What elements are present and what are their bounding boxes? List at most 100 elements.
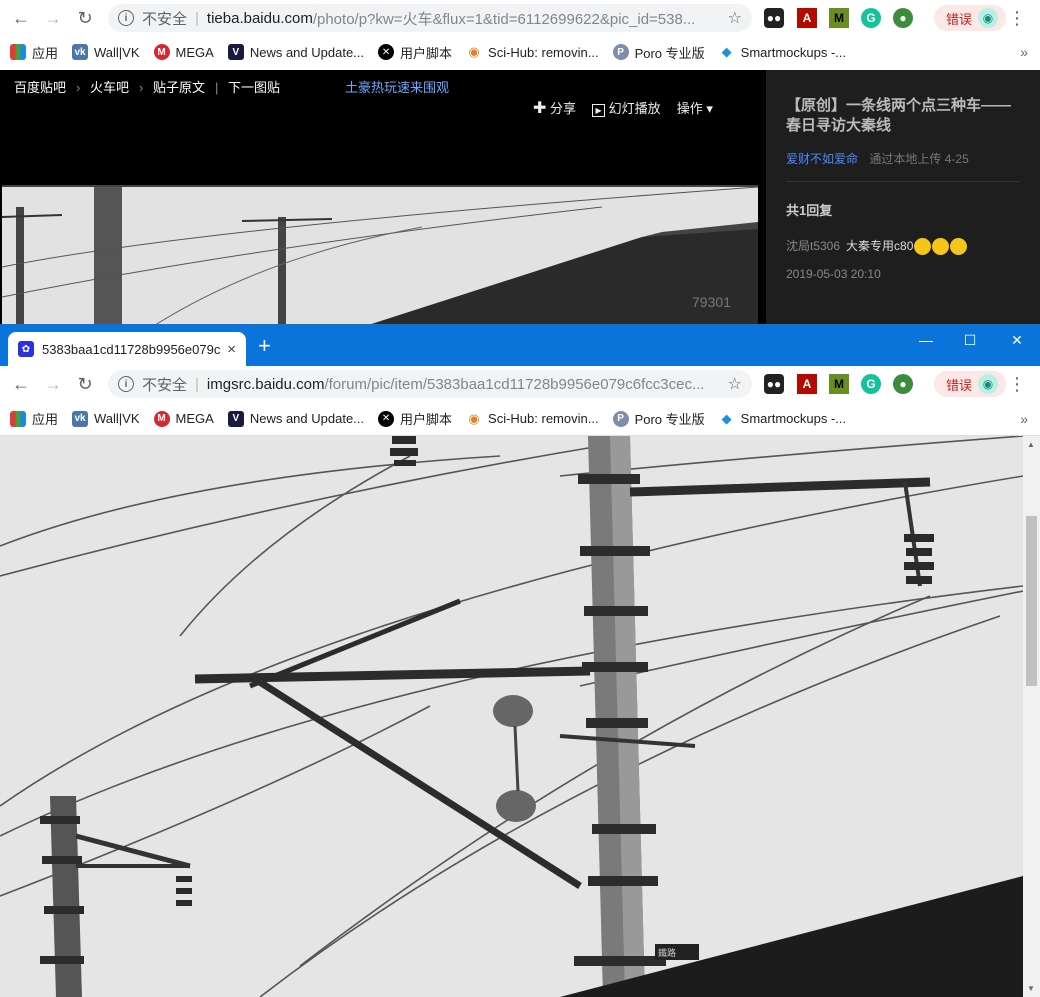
breadcrumb-home[interactable]: 百度贴吧 — [14, 80, 66, 95]
extension-ghost-icon[interactable]: ●● — [764, 8, 784, 28]
breadcrumb: 百度贴吧 › 火车吧 › 贴子原文 | 下一图贴 — [14, 77, 284, 96]
reload-button[interactable]: ↻ — [70, 3, 100, 33]
breadcrumb-divider: | — [214, 80, 219, 95]
reload-button[interactable]: ↻ — [70, 369, 100, 399]
bookmark-label: Sci-Hub: removin... — [488, 411, 599, 426]
extension-pdf-icon[interactable]: A — [797, 8, 817, 28]
bookmark-apps[interactable]: 应用 — [10, 409, 58, 428]
vertical-scrollbar[interactable]: ▲ ▼ — [1023, 436, 1040, 997]
bookmark-scihub[interactable]: ◉ Sci-Hub: removin... — [466, 410, 599, 427]
breadcrumb-next-post[interactable]: 下一图贴 — [228, 80, 280, 95]
front-browser-window: ✿ 5383baa1cd11728b9956e079c × + — ☐ ✕ ← … — [0, 324, 1040, 997]
apps-grid-icon — [10, 44, 26, 60]
bookmark-label: MEGA — [175, 44, 214, 60]
apps-grid-icon — [10, 410, 26, 427]
operate-label: 操作 — [676, 101, 703, 116]
bookmark-userscript[interactable]: ✕ 用户脚本 — [378, 43, 452, 62]
upload-info: 通过本地上传 — [869, 152, 942, 166]
bookmark-mega[interactable]: M MEGA — [153, 44, 214, 60]
bookmark-star-icon[interactable]: ☆ — [728, 8, 742, 28]
vk-icon: vk — [72, 410, 89, 427]
front-window-toolbar: ← → ↻ i 不安全 | imgsrc.baidu.com/forum/pic… — [0, 366, 1040, 402]
extension-m-icon[interactable]: M — [829, 374, 849, 394]
promo-link[interactable]: 土豪热玩速来围观 — [345, 77, 449, 96]
new-tab-button[interactable]: + — [258, 335, 271, 357]
forward-button[interactable]: → — [38, 369, 68, 399]
maximize-button[interactable]: ☐ — [950, 332, 990, 349]
bookmark-mega[interactable]: M MEGA — [153, 410, 214, 427]
image-viewer[interactable]: 鐵路 — [0, 436, 1023, 997]
avatar-icon: ◉ — [978, 8, 999, 28]
breadcrumb-chevron-icon: › — [76, 80, 81, 95]
v-icon: V — [227, 44, 244, 60]
active-tab[interactable]: ✿ 5383baa1cd11728b9956e079c × — [8, 332, 246, 366]
extension-grammarly-icon[interactable]: G — [861, 8, 881, 28]
reply-user[interactable]: 沈局t5306 — [786, 239, 840, 253]
omnibox-separator: | — [195, 9, 199, 27]
bookmark-userscript[interactable]: ✕ 用户脚本 — [378, 409, 452, 428]
breadcrumb-chevron-icon: › — [139, 80, 144, 95]
forward-button[interactable]: → — [38, 3, 68, 33]
bookmark-poro[interactable]: P Poro 专业版 — [612, 409, 705, 428]
reply-item: 沈局t5306 大秦专用c80 — [786, 237, 1020, 256]
extension-pdf-icon[interactable]: A — [797, 374, 817, 394]
bookmark-poro[interactable]: P Poro 专业版 — [612, 43, 705, 62]
operate-menu-button[interactable]: 操作 ▾ — [677, 98, 713, 118]
bookmarks-more-icon[interactable]: » — [1020, 44, 1028, 60]
play-icon: ▶ — [592, 104, 606, 117]
smartmockups-icon: ◆ — [718, 410, 735, 427]
back-button[interactable]: ← — [6, 3, 36, 33]
back-button[interactable]: ← — [6, 369, 36, 399]
profile-error-button[interactable]: 错误 ◉ — [934, 5, 1007, 31]
slideshow-label: 幻灯播放 — [608, 101, 661, 116]
baidu-paw-icon: ✿ — [18, 341, 34, 357]
extension-ghost-icon[interactable]: ●● — [764, 374, 784, 394]
photo-preview[interactable]: 79301 — [2, 185, 758, 324]
reply-text: 大秦专用c80 — [846, 239, 914, 253]
bookmark-smartmockups[interactable]: ◆ Smartmockups -... — [718, 44, 847, 60]
bookmark-label: News and Update... — [249, 44, 365, 60]
share-label: 分享 — [550, 101, 577, 116]
tieba-photo-page: 百度贴吧 › 火车吧 › 贴子原文 | 下一图贴 土豪热玩速来围观 ✚ 分享 ▶ 幻灯… — [0, 70, 1040, 324]
bookmark-scihub[interactable]: ◉ Sci-Hub: removin... — [466, 44, 599, 60]
divider — [786, 181, 1020, 182]
breadcrumb-original-post[interactable]: 贴子原文 — [153, 80, 205, 95]
bookmark-star-icon[interactable]: ☆ — [728, 374, 742, 394]
scroll-up-icon[interactable]: ▲ — [1027, 440, 1035, 449]
author-link[interactable]: 爱财不如爱命 — [786, 152, 858, 166]
menu-icon[interactable]: ⋮ — [1008, 8, 1026, 29]
bookmark-news[interactable]: V News and Update... — [227, 410, 364, 427]
address-bar[interactable]: i 不安全 | imgsrc.baidu.com/forum/pic/item/… — [108, 370, 752, 398]
mega-icon: M — [153, 44, 170, 60]
bookmark-apps[interactable]: 应用 — [10, 43, 58, 62]
close-window-button[interactable]: ✕ — [997, 332, 1037, 349]
address-bar[interactable]: i 不安全 | tieba.baidu.com/photo/p?kw=火车&fl… — [108, 4, 752, 32]
scroll-down-icon[interactable]: ▼ — [1027, 984, 1035, 993]
security-label: 不安全 — [142, 10, 188, 28]
info-icon[interactable]: i — [118, 10, 134, 26]
vk-icon: vk — [72, 44, 89, 60]
extension-grammarly-icon[interactable]: G — [861, 374, 881, 394]
bookmark-news[interactable]: V News and Update... — [227, 44, 365, 60]
extension-m-icon[interactable]: M — [829, 8, 849, 28]
window-titlebar: ✿ 5383baa1cd11728b9956e079c × + — ☐ ✕ — [0, 324, 1040, 366]
bookmarks-more-icon[interactable]: » — [1020, 411, 1028, 427]
extension-globe-icon[interactable]: ● — [893, 374, 913, 394]
slideshow-button[interactable]: ▶ 幻灯播放 — [592, 98, 661, 118]
bookmark-vk[interactable]: vk Wall|VK — [72, 44, 140, 60]
info-icon[interactable]: i — [118, 376, 134, 392]
bookmark-smartmockups[interactable]: ◆ Smartmockups -... — [718, 410, 846, 427]
menu-icon[interactable]: ⋮ — [1008, 374, 1026, 395]
minimize-button[interactable]: — — [906, 332, 946, 348]
scrollbar-thumb[interactable] — [1026, 516, 1037, 686]
profile-error-button[interactable]: 错误 ◉ — [934, 371, 1007, 397]
breadcrumb-forum[interactable]: 火车吧 — [90, 80, 129, 95]
post-title[interactable]: 【原创】一条线两个点三种车——春日寻访大秦线 — [786, 96, 1020, 136]
error-label: 错误 — [946, 11, 973, 27]
bookmark-label: Smartmockups -... — [740, 44, 847, 60]
bookmark-vk[interactable]: vk Wall|VK — [72, 410, 140, 427]
share-button[interactable]: ✚ 分享 — [533, 98, 576, 118]
scihub-icon: ◉ — [466, 44, 483, 60]
extension-globe-icon[interactable]: ● — [893, 8, 913, 28]
tab-close-icon[interactable]: × — [227, 341, 236, 358]
